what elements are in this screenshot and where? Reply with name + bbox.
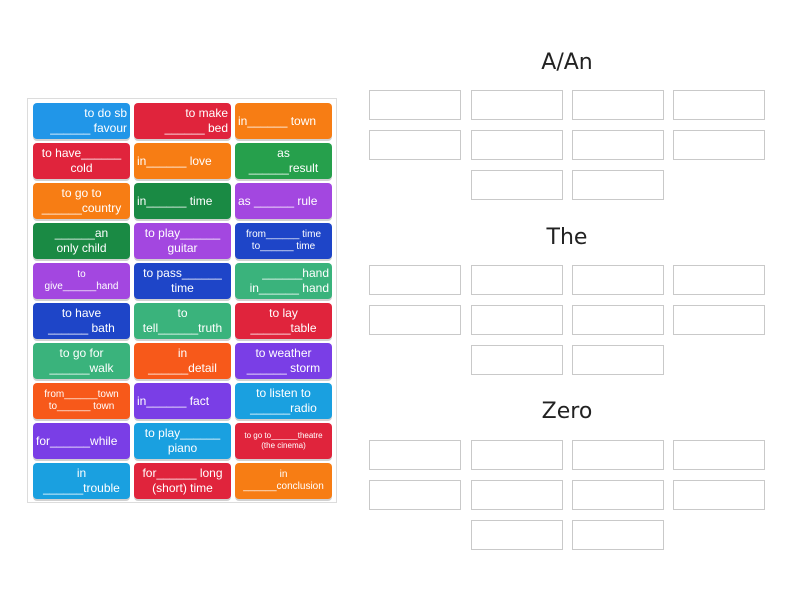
card-listen-radio[interactable]: to listen to ______radio	[235, 383, 332, 419]
drop-slot[interactable]	[572, 170, 664, 200]
drop-slot[interactable]	[673, 130, 765, 160]
card-label: in______ time	[137, 193, 213, 208]
card-label: as ______result	[248, 146, 319, 175]
card-play-piano[interactable]: to play______ piano	[134, 423, 231, 459]
drop-slot[interactable]	[572, 265, 664, 295]
group-title-the: The	[546, 225, 588, 250]
card-label: in ______trouble	[43, 466, 120, 495]
card-label: from______town to______ town	[44, 389, 119, 412]
card-label: to pass______ time	[143, 266, 222, 295]
card-label: to have______ cold	[41, 146, 122, 175]
card-go-theatre[interactable]: to go to______theatre (the cinema)	[235, 423, 332, 459]
drop-slot[interactable]	[369, 90, 461, 120]
drop-slot[interactable]	[471, 170, 563, 200]
card-label: to lay ______table	[250, 306, 317, 335]
drop-slot[interactable]	[369, 265, 461, 295]
card-as-rule[interactable]: as ______ rule	[235, 183, 332, 219]
drop-slot[interactable]	[369, 440, 461, 470]
drop-slot[interactable]	[471, 265, 563, 295]
drop-slot[interactable]	[572, 90, 664, 120]
card-do-favour[interactable]: to do sb ______ favour	[33, 103, 130, 139]
drop-slot[interactable]	[369, 480, 461, 510]
card-in-conclusion[interactable]: in ______conclusion	[235, 463, 332, 499]
card-label: to play______ guitar	[144, 226, 221, 255]
card-have-bath[interactable]: to have ______ bath	[33, 303, 130, 339]
card-label: to weather ______ storm	[246, 346, 321, 375]
card-weather-storm[interactable]: to weather ______ storm	[235, 343, 332, 379]
card-give-hand[interactable]: to give______hand	[33, 263, 130, 299]
card-pass-time[interactable]: to pass______ time	[134, 263, 231, 299]
drop-slot[interactable]	[673, 305, 765, 335]
card-label: for______while	[36, 433, 118, 448]
card-label: to do sb ______ favour	[50, 106, 127, 135]
card-label: to make ______ bed	[164, 106, 228, 135]
card-lay-table[interactable]: to lay ______table	[235, 303, 332, 339]
card-hand-in-hand[interactable]: ______hand in______ hand	[235, 263, 332, 299]
drop-slot[interactable]	[572, 305, 664, 335]
drop-slot[interactable]	[471, 440, 563, 470]
drop-slot[interactable]	[471, 345, 563, 375]
drop-slot[interactable]	[471, 305, 563, 335]
card-label: to go for ______walk	[49, 346, 114, 375]
group-title-zero: Zero	[541, 399, 593, 424]
card-label: to listen to ______radio	[250, 386, 317, 415]
card-play-guitar[interactable]: to play______ guitar	[134, 223, 231, 259]
drop-slot[interactable]	[572, 520, 664, 550]
card-in-trouble[interactable]: in ______trouble	[33, 463, 130, 499]
card-only-child[interactable]: ______an only child	[33, 223, 130, 259]
drop-slot[interactable]	[471, 520, 563, 550]
card-label: in______ fact	[137, 393, 210, 408]
drop-slot[interactable]	[572, 440, 664, 470]
drop-slot[interactable]	[673, 480, 765, 510]
drop-slot[interactable]	[572, 345, 664, 375]
card-in-detail[interactable]: in ______detail	[134, 343, 231, 379]
card-label: to tell______truth	[142, 306, 223, 335]
card-label: in ______detail	[148, 346, 217, 375]
card-tell-truth[interactable]: to tell______truth	[134, 303, 231, 339]
card-for-while[interactable]: for______while	[33, 423, 130, 459]
card-go-walk[interactable]: to go for ______walk	[33, 343, 130, 379]
drop-slot[interactable]	[673, 90, 765, 120]
card-in-love[interactable]: in______ love	[134, 143, 231, 179]
drop-slot[interactable]	[369, 130, 461, 160]
card-label: to play______ piano	[144, 426, 221, 455]
card-label: in______ love	[137, 153, 212, 168]
card-bank: to do sb ______ favour to make ______ be…	[27, 98, 337, 503]
card-label: in______ town	[238, 113, 317, 128]
card-label: from______ time to______ time	[245, 229, 322, 252]
drop-slot[interactable]	[572, 130, 664, 160]
group-title-a-an: A/An	[541, 50, 593, 75]
card-time-to-time[interactable]: from______ time to______ time	[235, 223, 332, 259]
card-long-time[interactable]: for______ long (short) time	[134, 463, 231, 499]
card-label: to give______hand	[44, 269, 119, 292]
card-in-town[interactable]: in______ town	[235, 103, 332, 139]
card-in-fact[interactable]: in______ fact	[134, 383, 231, 419]
drop-slot[interactable]	[471, 90, 563, 120]
card-as-result[interactable]: as ______result	[235, 143, 332, 179]
drop-slot[interactable]	[471, 130, 563, 160]
card-label: to go to______theatre (the cinema)	[244, 431, 323, 450]
card-label: for______ long (short) time	[142, 466, 223, 495]
drop-slot[interactable]	[673, 440, 765, 470]
drop-slot[interactable]	[369, 305, 461, 335]
drop-slot[interactable]	[572, 480, 664, 510]
card-make-bed[interactable]: to make ______ bed	[134, 103, 231, 139]
card-have-cold[interactable]: to have______ cold	[33, 143, 130, 179]
card-go-country[interactable]: to go to ______country	[33, 183, 130, 219]
card-label: ______hand in______ hand	[249, 266, 329, 295]
card-label: to have ______ bath	[48, 306, 115, 335]
card-in-time[interactable]: in______ time	[134, 183, 231, 219]
card-label: as ______ rule	[238, 193, 318, 208]
card-label: to go to ______country	[41, 186, 122, 215]
card-town-to-town[interactable]: from______town to______ town	[33, 383, 130, 419]
card-label: in ______conclusion	[243, 469, 324, 492]
drop-slot[interactable]	[673, 265, 765, 295]
drop-slot[interactable]	[471, 480, 563, 510]
card-label: ______an only child	[54, 226, 109, 255]
